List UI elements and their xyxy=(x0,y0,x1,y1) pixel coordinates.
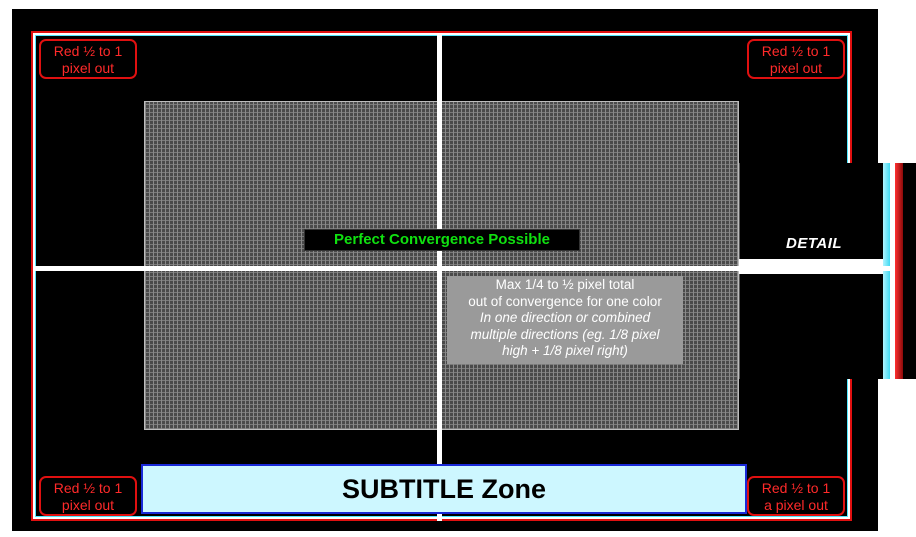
convergence-test-pattern: DETAIL Red ½ to 1 pixel out Red ½ to 1 p… xyxy=(0,0,916,537)
corner-label-line2: pixel out xyxy=(769,60,823,76)
center-vertical-line xyxy=(437,35,442,521)
center-horizontal-line xyxy=(35,266,890,271)
info-line-1: Max 1/4 to ½ pixel total xyxy=(495,277,635,292)
corner-label-top-left: Red ½ to 1 pixel out xyxy=(39,39,137,79)
corner-label-line2: pixel out xyxy=(61,497,115,513)
corner-label-line2: a pixel out xyxy=(764,497,828,513)
corner-label-line1: Red ½ to 1 xyxy=(53,43,123,59)
subtitle-zone: SUBTITLE Zone xyxy=(141,464,747,514)
detail-cyan-fringe xyxy=(883,163,890,379)
corner-label-line2: pixel out xyxy=(61,60,115,76)
perfect-convergence-label: Perfect Convergence Possible xyxy=(304,229,580,251)
corner-label-bottom-left: Red ½ to 1 pixel out xyxy=(39,476,137,516)
info-line-3: In one direction or combined xyxy=(479,310,651,325)
convergence-info-box: Max 1/4 to ½ pixel total out of converge… xyxy=(447,276,683,364)
corner-label-line1: Red ½ to 1 xyxy=(53,480,123,496)
corner-label-bottom-right: Red ½ to 1 a pixel out xyxy=(747,476,845,516)
info-line-5: high + 1/8 pixel right) xyxy=(502,343,628,358)
info-line-2: out of convergence for one color xyxy=(468,293,662,309)
corner-label-line1: Red ½ to 1 xyxy=(761,43,831,59)
detail-red-fringe xyxy=(895,163,903,379)
corner-label-top-right: Red ½ to 1 pixel out xyxy=(747,39,845,79)
corner-label-line1: Red ½ to 1 xyxy=(761,480,831,496)
info-line-4: multiple directions (eg. 1/8 pixel xyxy=(470,326,660,342)
detail-label: DETAIL xyxy=(786,235,843,252)
